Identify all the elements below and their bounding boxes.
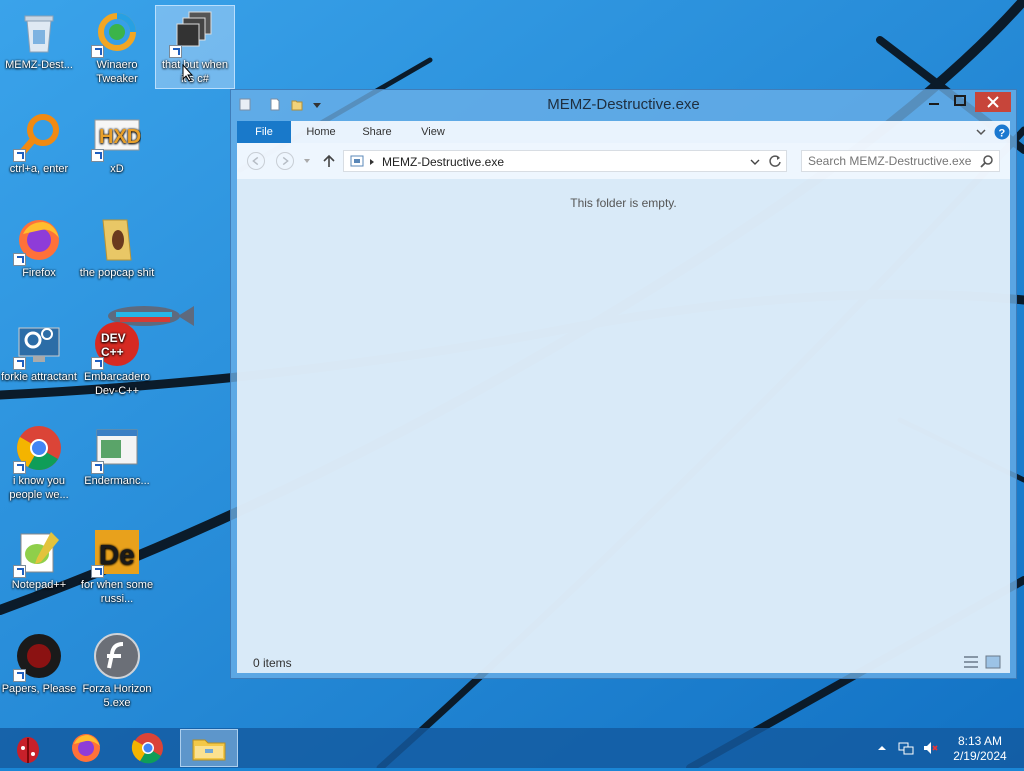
shortcut-arrow-icon	[13, 253, 26, 266]
desktop-icon-papers-please[interactable]: Papers, Please	[0, 630, 78, 696]
bug-icon	[17, 737, 39, 763]
desktop-icon-label: MEMZ-Dest...	[5, 59, 73, 71]
desktop-icon-label: Notepad++	[11, 579, 67, 591]
title-bar[interactable]: MEMZ-Destructive.exe	[231, 90, 1016, 120]
desktop-icon-forza-horizon[interactable]: Forza Horizon 5.exe	[78, 630, 156, 710]
address-dropdown-icon[interactable]	[750, 157, 760, 167]
help-icon[interactable]: ?	[994, 124, 1010, 140]
desktop-icon-label: that but when it's c#	[161, 59, 229, 85]
desktop-icon-forkie-attractant[interactable]: forkie attractant	[0, 318, 78, 384]
desktop-icon-label: Firefox	[22, 267, 56, 279]
shortcut-arrow-icon	[13, 357, 26, 370]
desktop-icon-label: ctrl+a, enter	[9, 163, 69, 175]
refresh-icon[interactable]	[768, 154, 782, 168]
system-clock[interactable]: 8:13 AM 2/19/2024	[948, 734, 1012, 764]
flash-icon	[94, 633, 140, 679]
ribbon-tabs: File Home Share View ?	[237, 121, 1010, 143]
maximize-button[interactable]	[947, 92, 973, 112]
svg-text:De: De	[99, 539, 135, 570]
search-icon	[980, 155, 993, 168]
tab-home[interactable]: Home	[301, 121, 341, 143]
desktop-icon-label: Endermanc...	[84, 475, 150, 487]
taskbar-app-file-explorer[interactable]	[180, 729, 238, 767]
desktop-icon-popcap[interactable]: the popcap shit	[78, 214, 156, 280]
desktop-icon-ctrl-a-enter[interactable]: ctrl+a, enter	[0, 110, 78, 176]
desktop-icon-winaero-tweaker[interactable]: Winaero Tweaker	[78, 6, 156, 86]
desktop-icon-label: forkie attractant	[1, 371, 77, 383]
tab-file[interactable]: File	[237, 121, 291, 143]
taskbar: 8:13 AM 2/19/2024	[0, 728, 1024, 768]
file-explorer-icon	[192, 739, 226, 761]
shortcut-arrow-icon	[13, 461, 26, 474]
breadcrumb-chevron-icon[interactable]	[368, 158, 376, 166]
tab-share[interactable]: Share	[357, 121, 397, 143]
network-icon[interactable]	[898, 740, 914, 756]
empty-folder-message: This folder is empty.	[570, 196, 677, 210]
large-icons-view-icon[interactable]	[985, 655, 1001, 669]
address-bar: MEMZ-Destructive.exe	[237, 143, 1010, 179]
path-box[interactable]: MEMZ-Destructive.exe	[343, 150, 787, 172]
taskbar-app-firefox[interactable]	[58, 730, 114, 766]
shortcut-arrow-icon	[13, 669, 26, 682]
file-list-area[interactable]: This folder is empty.	[237, 179, 1010, 647]
desktop-icon-chrome-shortcut[interactable]: i know you people we...	[0, 422, 78, 502]
shortcut-arrow-icon	[13, 565, 26, 578]
breadcrumb-current[interactable]: MEMZ-Destructive.exe	[382, 155, 504, 169]
desktop-icon-label: Papers, Please	[1, 683, 77, 695]
desktop-icon-label: for when some russi...	[80, 579, 154, 605]
shortcut-arrow-icon	[169, 45, 182, 58]
clock-date: 2/19/2024	[953, 749, 1007, 763]
desktop-icon-label: Winaero Tweaker	[96, 59, 138, 85]
desktop-icon-for-when[interactable]: De for when some russi...	[78, 526, 156, 606]
desktop-icon-label: the popcap shit	[79, 267, 155, 279]
forward-button[interactable]	[276, 152, 294, 170]
desktop-icon-label: xD	[110, 163, 124, 175]
desktop-icon-that-but-when[interactable]: that but when it's c#	[155, 5, 235, 89]
desktop-icon-memz-dest[interactable]: MEMZ-Dest...	[0, 6, 78, 72]
desktop-icon-label: Embarcadero Dev-C++	[83, 371, 151, 397]
details-view-icon[interactable]	[963, 655, 979, 669]
shortcut-arrow-icon	[13, 149, 26, 162]
taskbar-app-bug[interactable]	[0, 730, 56, 766]
mouse-cursor-icon	[182, 64, 194, 82]
close-button[interactable]	[975, 92, 1011, 112]
chrome-icon	[131, 733, 163, 764]
shortcut-arrow-icon	[91, 565, 104, 578]
recycle-bin-icon	[24, 15, 54, 53]
folder-location-icon	[350, 155, 364, 167]
expand-ribbon-icon[interactable]	[975, 126, 987, 138]
show-hidden-icons-chevron[interactable]	[874, 740, 890, 756]
item-count: 0 items	[253, 656, 292, 670]
shortcut-arrow-icon	[91, 461, 104, 474]
folder-icon	[102, 219, 132, 261]
shortcut-arrow-icon	[91, 45, 104, 58]
tab-view[interactable]: View	[413, 121, 453, 143]
status-bar: 0 items	[237, 647, 1010, 673]
desktop-icon-xd[interactable]: HXD xD	[78, 110, 156, 176]
desktop-icon-firefox[interactable]: Firefox	[0, 214, 78, 280]
desktop-icon-label: i know you people we...	[9, 475, 69, 501]
recent-locations-icon[interactable]	[303, 157, 311, 165]
search-box	[801, 150, 1000, 172]
search-input[interactable]	[808, 154, 973, 168]
desktop-icon-notepadpp[interactable]: Notepad++	[0, 526, 78, 592]
desktop-icon-devcpp[interactable]: DEV C++ Embarcadero Dev-C++	[78, 318, 156, 398]
volume-muted-icon[interactable]	[922, 740, 938, 756]
svg-text:HXD: HXD	[99, 126, 141, 148]
shortcut-arrow-icon	[91, 149, 104, 162]
minimize-button[interactable]	[921, 92, 947, 112]
clock-time: 8:13 AM	[957, 734, 1003, 748]
up-button[interactable]	[322, 154, 336, 168]
firefox-icon	[72, 734, 100, 762]
window-title: MEMZ-Destructive.exe	[547, 96, 700, 113]
desktop-icon-endermanch[interactable]: Endermanc...	[78, 422, 156, 488]
svg-text:?: ?	[999, 128, 1006, 140]
svg-text:C++: C++	[101, 345, 124, 359]
shortcut-arrow-icon	[91, 357, 104, 370]
svg-text:DEV: DEV	[101, 331, 126, 345]
desktop-icon-label: Forza Horizon 5.exe	[82, 683, 152, 709]
taskbar-app-chrome[interactable]	[120, 730, 176, 766]
explorer-window[interactable]: MEMZ-Destructive.exe File Home Share Vie…	[230, 89, 1017, 679]
back-button[interactable]	[247, 152, 265, 170]
